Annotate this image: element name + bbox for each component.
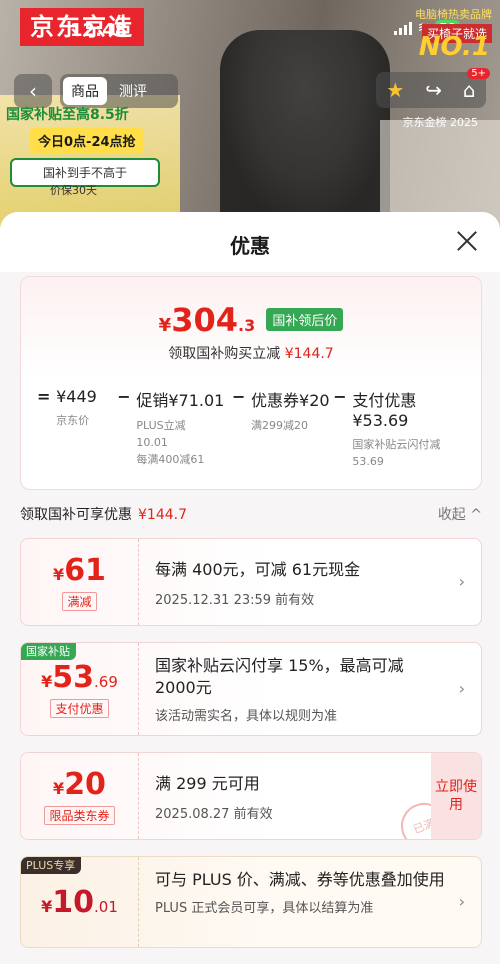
product-page-background: 京东京造 12:48 ≋ 50 电脑椅热卖品牌 买椅子就选 NO.1 ‹ 商品 … <box>0 0 500 230</box>
promo-subsidy-text: 国家补贴至高8.5折 <box>6 107 129 123</box>
subsidy-reduction-label: 领取国补购买立减 <box>168 346 281 362</box>
use-now-button[interactable]: 立即使用 <box>431 753 481 839</box>
cart-badge: 5+ <box>467 68 490 79</box>
coupon-integer: 61 <box>64 553 106 588</box>
subsidy-corner-tag: 国家补贴 <box>21 643 76 660</box>
calc-desc-line: 国家补贴云闪付减 <box>352 438 441 451</box>
subsidy-price-badge: 国补领后价 <box>266 308 344 331</box>
subsidy-reduction-amount: ¥144.7 <box>284 346 334 362</box>
calc-operator: = <box>37 387 51 406</box>
section-amount: ¥144.7 <box>138 507 187 523</box>
coupon-title: 满 299 元可用 <box>155 774 260 793</box>
calc-value: ¥449 <box>56 387 97 406</box>
calc-operator: − <box>231 387 246 406</box>
ad-big-text: NO.1 <box>418 32 490 62</box>
calc-desc: 国家补贴云闪付减 53.69 <box>352 436 467 470</box>
more-icon[interactable]: ⌂ <box>463 78 476 102</box>
coupon-detail: 国家补贴云闪付享 15%，最高可减 2000元 该活动需实名，具体以规则为准 › <box>139 643 481 735</box>
chevron-right-icon: › <box>458 892 465 911</box>
coupon-title: 国家补贴云闪付享 15%，最高可减 2000元 <box>155 656 404 697</box>
coupon-rule: PLUS 正式会员可享，具体以结算为准 <box>155 901 374 916</box>
price-decimal: .3 <box>238 316 256 335</box>
calc-operator: − <box>117 387 131 406</box>
back-button[interactable]: ‹ <box>14 74 52 108</box>
coupon-tag: 支付优惠 <box>50 699 109 718</box>
chevron-right-icon: › <box>458 572 465 591</box>
price-integer: 304 <box>171 301 238 339</box>
share-icon[interactable]: ↪ <box>425 78 442 102</box>
promo-time-text: 今日0点-24点抢 <box>30 128 144 153</box>
calc-item-promotion: 促销¥71.01 PLUS立减 10.01 每满400减61 <box>136 387 232 470</box>
coupon-amount: ¥ 61 <box>53 553 106 588</box>
status-time: 12:48 <box>70 20 128 41</box>
jd-gold-badge: 京东金榜 2025 <box>402 116 479 129</box>
coupon-currency: ¥ <box>53 565 65 584</box>
coupon-rule: 该活动需实名，具体以规则为准 <box>155 709 338 724</box>
tab-product[interactable]: 商品 <box>63 77 107 105</box>
coupon-title: 每满 400元，可减 61元现金 <box>155 560 361 579</box>
coupon-integer: 20 <box>64 767 106 802</box>
coupon-tag: 限品类东券 <box>44 806 115 825</box>
price-currency: ¥ <box>158 315 172 336</box>
coupon-plus-exclusive[interactable]: PLUS专享 ¥ 10 .01 可与 PLUS 价、满减、券等优惠叠加使用 PL… <box>20 856 482 948</box>
coupon-amount: ¥ 10 .01 <box>41 885 118 920</box>
coupon-amount-area: ¥ 61 满减 <box>21 539 139 625</box>
calc-desc: 满299减20 <box>251 419 309 432</box>
coupon-decimal: .01 <box>94 897 118 916</box>
coupon-amount: ¥ 20 <box>53 767 106 802</box>
sheet-header: 优惠 <box>0 212 500 272</box>
price-breakdown: = ¥449 京东价 − 促销¥71.01 PLUS立减 10.01 每满400… <box>21 387 481 470</box>
coupon-tag: 满减 <box>62 592 97 611</box>
final-price-area: ¥ 304 .3 国补领后价 领取国补购买立减 ¥144.7 <box>21 277 481 377</box>
calc-desc: 京东价 <box>56 414 90 427</box>
final-price: ¥ 304 .3 <box>159 301 256 339</box>
coupon-decimal: .69 <box>94 673 118 691</box>
calc-desc-line: 每满400减61 <box>136 453 205 466</box>
promo-price-protect: 价保30天 <box>50 184 97 197</box>
coupon-amount-area: ¥ 20 限品类东券 <box>21 753 139 839</box>
section-title-text: 领取国补可享优惠 <box>20 507 132 523</box>
calc-desc-line: PLUS立减 <box>136 419 186 432</box>
coupon-currency: ¥ <box>41 896 53 916</box>
coupon-currency: ¥ <box>41 672 53 691</box>
coupon-currency: ¥ <box>53 779 65 798</box>
close-icon[interactable] <box>456 230 478 252</box>
collapse-toggle[interactable]: 收起 ^ <box>438 504 482 524</box>
calc-item-payment: 支付优惠¥53.69 国家补贴云闪付减 53.69 <box>352 387 467 470</box>
section-title: 领取国补可享优惠 ¥144.7 <box>20 504 187 524</box>
calc-desc-line: 53.69 <box>352 455 384 468</box>
star-icon[interactable]: ★ <box>386 78 404 102</box>
subsidy-reduction-line: 领取国补购买立减 ¥144.7 <box>21 343 481 363</box>
price-summary-card: ¥ 304 .3 国补领后价 领取国补购买立减 ¥144.7 = ¥449 京东… <box>20 276 482 490</box>
calc-operator: − <box>333 387 347 406</box>
coupon-amount-area: PLUS专享 ¥ 10 .01 <box>21 857 139 947</box>
calc-value: 支付优惠¥53.69 <box>352 391 417 430</box>
discount-sheet: 优惠 ¥ 304 .3 国补领后价 领取国补购买立减 ¥144.7 = ¥449… <box>0 212 500 964</box>
coupon-integer: 10 <box>52 884 95 920</box>
coupon-integer: 53 <box>52 660 95 695</box>
plus-corner-tag: PLUS专享 <box>21 857 82 874</box>
calc-desc-line: 10.01 <box>136 436 168 449</box>
coupon-amount-area: 国家补贴 ¥ 53 .69 支付优惠 <box>21 643 139 735</box>
calc-desc: PLUS立减 10.01 每满400减61 <box>136 417 232 468</box>
calc-item-coupon: 优惠券¥20 满299减20 <box>251 387 333 470</box>
coupon-category-voucher[interactable]: ¥ 20 限品类东券 满 299 元可用 2025.08.27 前有效 已满 立… <box>20 752 482 840</box>
calc-item-jd-price: ¥449 京东价 <box>56 387 117 470</box>
subsidy-section-header: 领取国补可享优惠 ¥144.7 收起 ^ <box>20 504 482 524</box>
product-tabs: 商品 测评 <box>60 74 178 108</box>
coupon-payment-subsidy[interactable]: 国家补贴 ¥ 53 .69 支付优惠 国家补贴云闪付享 15%，最高可减 200… <box>20 642 482 736</box>
coupon-detail: 可与 PLUS 价、满减、券等优惠叠加使用 PLUS 正式会员可享，具体以结算为… <box>139 857 481 947</box>
coupon-title: 可与 PLUS 价、满减、券等优惠叠加使用 <box>155 870 445 889</box>
tab-review[interactable]: 测评 <box>111 77 155 105</box>
sheet-title: 优惠 <box>230 234 270 258</box>
chevron-right-icon: › <box>458 679 465 698</box>
coupon-detail: 每满 400元，可减 61元现金 2025.12.31 23:59 前有效 › <box>139 539 481 625</box>
coupon-full-reduction[interactable]: ¥ 61 满减 每满 400元，可减 61元现金 2025.12.31 23:5… <box>20 538 482 626</box>
ad-text: 电脑椅热卖品牌 <box>415 8 492 21</box>
calc-value: 优惠券¥20 <box>251 391 330 410</box>
coupon-amount: ¥ 53 .69 <box>41 660 118 695</box>
calc-value: 促销¥71.01 <box>136 391 225 410</box>
coupon-validity: 2025.12.31 23:59 前有效 <box>155 593 315 608</box>
coupon-detail: 满 299 元可用 2025.08.27 前有效 已满 立即使用 <box>139 753 481 839</box>
